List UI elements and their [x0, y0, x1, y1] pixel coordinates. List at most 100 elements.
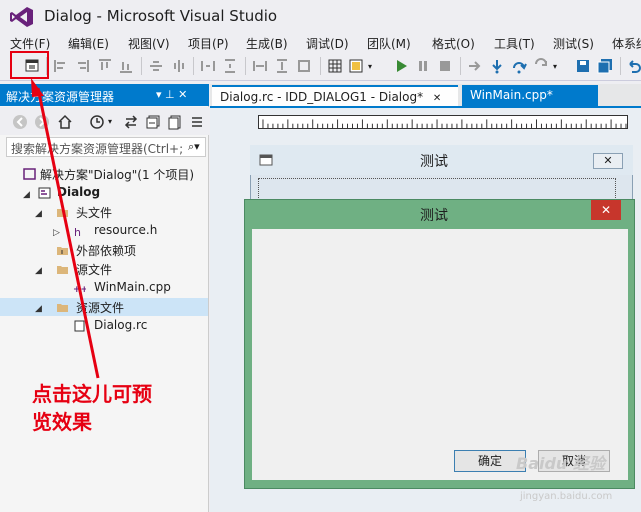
designer-selection-frame: [258, 178, 616, 200]
annotation-line-1: 点击这儿可预: [32, 382, 152, 406]
back-icon[interactable]: [12, 114, 28, 130]
save-all-icon[interactable]: [597, 58, 613, 74]
folder-icon: [57, 209, 68, 217]
tree-item-dialog-rc[interactable]: Dialog.rc: [94, 318, 147, 332]
tab-winmain-cpp[interactable]: WinMain.cpp*: [462, 85, 598, 106]
align-right-icon[interactable]: [74, 58, 90, 74]
close-icon[interactable]: ✕: [591, 200, 621, 220]
center-horizontal-icon[interactable]: [171, 58, 187, 74]
make-same-width-icon[interactable]: [252, 58, 268, 74]
visual-studio-logo-icon: [10, 7, 33, 27]
align-bottom-icon[interactable]: [118, 58, 134, 74]
search-icon[interactable]: ⌕▾: [188, 140, 200, 154]
tree-item-resource-files[interactable]: 资源文件: [76, 299, 124, 316]
menu-build[interactable]: 生成(B): [246, 35, 288, 52]
expand-arrow-icon[interactable]: ◢: [35, 266, 42, 276]
show-next-statement-icon[interactable]: [467, 58, 483, 74]
tree-item-resource-h[interactable]: resource.h: [94, 223, 157, 237]
space-across-icon[interactable]: [200, 58, 216, 74]
cpp-file-icon: ++: [73, 285, 86, 294]
toolbar-separator: [320, 57, 321, 75]
save-icon[interactable]: [575, 58, 591, 74]
highlight-box: [10, 51, 49, 79]
stop-icon[interactable]: [437, 58, 453, 74]
step-out-icon[interactable]: [533, 58, 549, 74]
watermark: Baidu 经验: [516, 454, 605, 473]
sync-icon[interactable]: [123, 114, 139, 130]
svg-text:h: h: [74, 226, 81, 237]
align-top-icon[interactable]: [97, 58, 113, 74]
menu-edit[interactable]: 编辑(E): [68, 35, 109, 52]
toolbar-separator: [245, 57, 246, 75]
collapse-arrow-icon[interactable]: ▷: [53, 228, 60, 238]
properties-icon[interactable]: [189, 114, 205, 130]
menu-architecture[interactable]: 体系结: [612, 35, 641, 52]
folder-icon: [57, 266, 68, 274]
tab-dialog-rc[interactable]: Dialog.rc - IDD_DIALOG1 - Dialog* ✕: [212, 85, 458, 106]
dropdown-arrow-icon[interactable]: ▾: [553, 62, 557, 71]
tree-item-external-deps[interactable]: 外部依赖项: [76, 242, 136, 259]
menu-team[interactable]: 团队(M): [367, 35, 411, 52]
panel-pin-controls[interactable]: ▾ ⊥ ✕: [156, 88, 187, 101]
watermark-url: jingyan.baidu.com: [520, 491, 613, 502]
horizontal-ruler: [258, 115, 628, 129]
toggle-grid-icon[interactable]: [327, 58, 343, 74]
space-down-icon[interactable]: [222, 58, 238, 74]
menu-tools[interactable]: 工具(T): [494, 35, 535, 52]
svg-text:++: ++: [73, 285, 86, 294]
dialog-icon: [259, 154, 273, 166]
dropdown-arrow-icon[interactable]: ▾: [368, 62, 372, 71]
menu-format[interactable]: 格式(O): [432, 35, 475, 52]
home-icon[interactable]: [57, 114, 73, 130]
expand-arrow-icon[interactable]: ◢: [23, 190, 30, 200]
show-all-files-icon[interactable]: [167, 114, 183, 130]
window-title: Dialog - Microsoft Visual Studio: [44, 7, 278, 25]
toggle-guides-icon[interactable]: [348, 58, 364, 74]
undo-icon[interactable]: [626, 58, 641, 74]
header-file-icon: h: [74, 226, 81, 237]
menu-bar: 文件(F) 编辑(E) 视图(V) 项目(P) 生成(B) 调试(D) 团队(M…: [0, 32, 641, 52]
solution-explorer-title: 解决方案资源管理器: [6, 90, 115, 104]
align-left-icon[interactable]: [53, 58, 69, 74]
step-into-icon[interactable]: [489, 58, 505, 74]
tab-close-icon[interactable]: ✕: [433, 93, 441, 104]
history-icon[interactable]: [89, 114, 105, 130]
rc-file-icon: [74, 320, 85, 332]
center-vertical-icon[interactable]: [148, 58, 164, 74]
tree-item-solution[interactable]: 解决方案"Dialog"(1 个项目): [40, 166, 194, 183]
designer-dialog-caption: 测试: [420, 154, 448, 170]
toolbar-separator: [460, 57, 461, 75]
tree-item-header-files[interactable]: 头文件: [76, 204, 112, 221]
expand-arrow-icon[interactable]: ◢: [35, 304, 42, 314]
tree-item-winmain-cpp[interactable]: WinMain.cpp: [94, 280, 171, 294]
tab-label: Dialog.rc - IDD_DIALOG1 - Dialog*: [220, 90, 424, 104]
folder-icon: [57, 304, 68, 312]
toolbar-separator: [620, 57, 621, 75]
dropdown-arrow-icon[interactable]: ▾: [108, 117, 112, 126]
make-same-height-icon[interactable]: [274, 58, 290, 74]
menu-debug[interactable]: 调试(D): [306, 35, 349, 52]
menu-project[interactable]: 项目(P): [188, 35, 229, 52]
toolbar-separator: [141, 57, 142, 75]
make-same-size-icon[interactable]: [296, 58, 312, 74]
project-icon: [38, 187, 51, 199]
step-over-icon[interactable]: [511, 58, 527, 74]
menu-file[interactable]: 文件(F): [10, 35, 50, 52]
tree-item-source-files[interactable]: 源文件: [76, 261, 112, 278]
menu-test[interactable]: 测试(S): [553, 35, 594, 52]
annotation-line-2: 览效果: [32, 410, 92, 434]
solution-icon: [23, 168, 36, 180]
start-icon[interactable]: [393, 58, 409, 74]
close-icon[interactable]: ✕: [593, 153, 623, 169]
pause-icon[interactable]: [415, 58, 431, 74]
solution-search-input[interactable]: 搜索解决方案资源管理器(Ctrl+;: [6, 137, 206, 157]
dependency-icon: [57, 247, 68, 255]
toolbar-separator: [193, 57, 194, 75]
tree-item-project[interactable]: Dialog: [57, 185, 100, 199]
forward-icon[interactable]: [34, 114, 50, 130]
expand-arrow-icon[interactable]: ◢: [35, 209, 42, 219]
tab-label: WinMain.cpp*: [470, 88, 553, 102]
collapse-all-icon[interactable]: [145, 114, 161, 130]
preview-dialog-caption: 测试: [420, 208, 448, 224]
menu-view[interactable]: 视图(V): [128, 35, 170, 52]
